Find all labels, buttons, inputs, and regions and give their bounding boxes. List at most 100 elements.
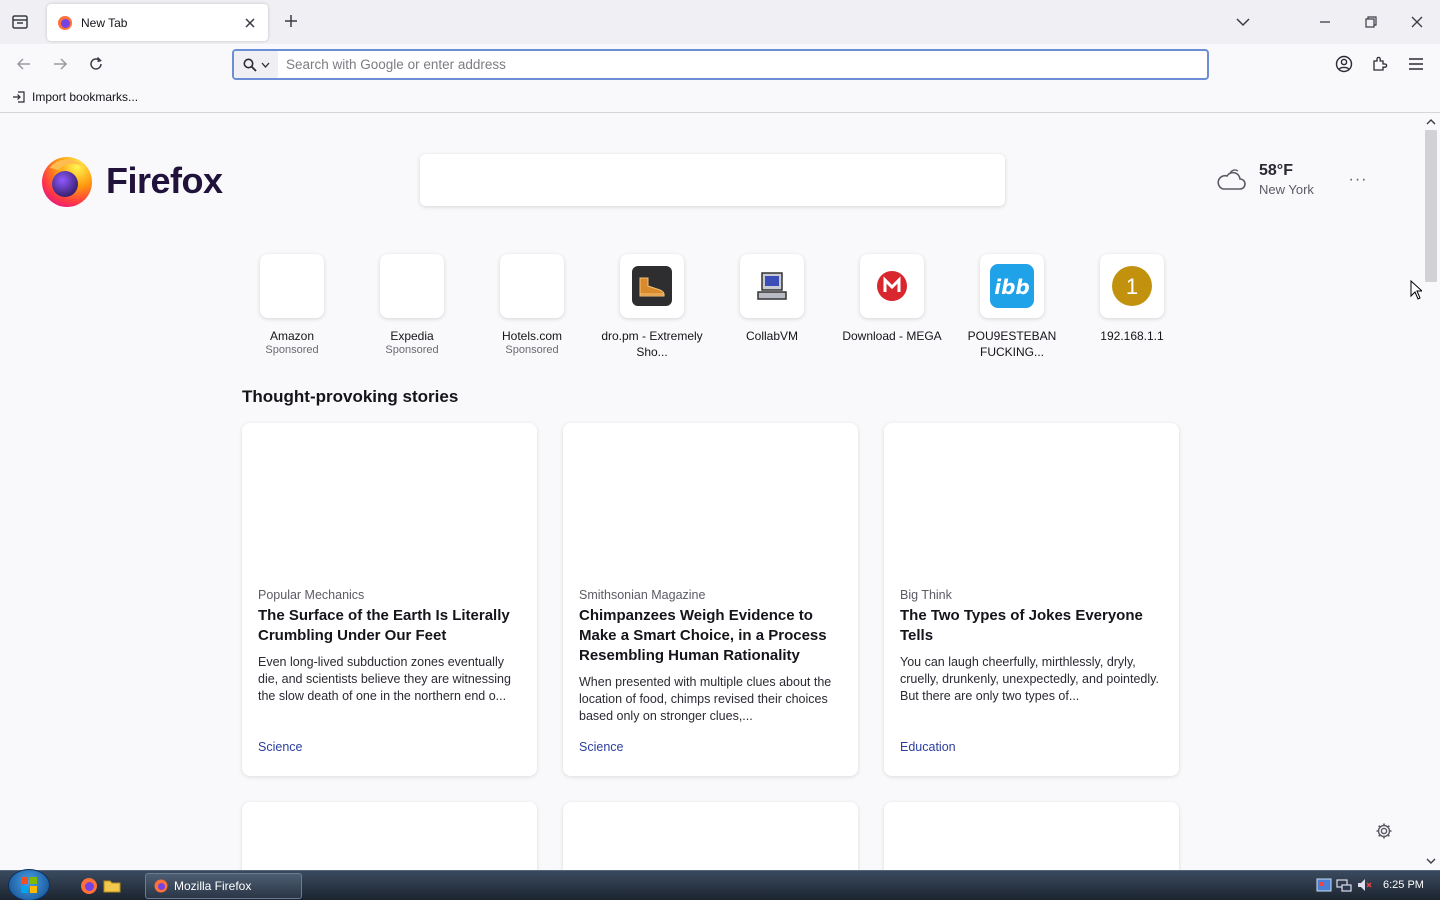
story-title-block: The Two Types of Jokes Everyone Tells Yo…: [900, 606, 1168, 705]
list-all-tabs-button[interactable]: [1228, 8, 1258, 36]
search-icon: [243, 58, 257, 72]
top-site-label: Amazon: [269, 329, 315, 343]
account-icon: [1335, 55, 1353, 73]
computer-icon: [757, 272, 787, 300]
story-card[interactable]: [242, 802, 537, 870]
weather-options-button[interactable]: ···: [1346, 170, 1370, 190]
story-title: The Surface of the Earth Is Literally Cr…: [258, 607, 510, 644]
minimize-icon: [1320, 21, 1330, 23]
story-topic-link[interactable]: Education: [900, 740, 956, 754]
system-clock[interactable]: 6:25 PM: [1383, 879, 1424, 891]
chevron-down-icon: [1236, 18, 1250, 27]
story-card[interactable]: Popular Mechanics The Surface of the Ear…: [242, 423, 537, 776]
mega-tile-icon: [860, 254, 924, 318]
collabvm-tile-icon: [740, 254, 804, 318]
new-tab-button[interactable]: [280, 10, 302, 32]
volume-muted-icon[interactable]: [1356, 877, 1372, 893]
new-tab-page: Firefox 58°F New York ··· Amazon Sponsor…: [0, 114, 1422, 870]
firefox-logo-icon: [42, 157, 92, 207]
top-site-label: Hotels.com: [501, 329, 563, 343]
arrow-right-icon: [54, 58, 68, 70]
close-window-button[interactable]: [1402, 8, 1432, 36]
top-site-label: CollabVM: [745, 329, 799, 343]
top-site-hotels[interactable]: Hotels.com Sponsored: [472, 254, 592, 360]
shoe-icon: [632, 266, 672, 306]
weather-text: 58°F New York: [1259, 162, 1314, 197]
top-site-192-168-1-1[interactable]: 1 192.168.1.1: [1072, 254, 1192, 360]
back-button[interactable]: [10, 50, 38, 78]
account-button[interactable]: [1330, 50, 1358, 78]
puzzle-piece-icon: [1373, 56, 1388, 71]
top-site-expedia[interactable]: Expedia Sponsored: [352, 254, 472, 360]
story-description: When presented with multiple clues about…: [579, 675, 832, 723]
top-site-collabvm[interactable]: CollabVM: [712, 254, 832, 360]
gear-icon[interactable]: [1375, 822, 1393, 840]
story-source: Smithsonian Magazine: [579, 588, 706, 602]
search-engine-button[interactable]: [234, 51, 278, 78]
story-card[interactable]: [884, 802, 1179, 870]
minimize-button[interactable]: [1310, 8, 1340, 36]
chevron-down-icon: [261, 62, 269, 68]
extensions-button[interactable]: [1366, 50, 1394, 78]
ibb-icon: ibb: [990, 264, 1034, 308]
top-site-label: 192.168.1.1: [1100, 329, 1164, 343]
page-search-box[interactable]: [420, 154, 1005, 206]
reload-button[interactable]: [82, 50, 110, 78]
top-site-label: Expedia: [390, 329, 434, 343]
story-card[interactable]: Smithsonian Magazine Chimpanzees Weigh E…: [563, 423, 858, 776]
restore-button[interactable]: [1356, 8, 1386, 36]
dro-pm-tile-icon: [620, 254, 684, 318]
import-icon: [13, 91, 25, 103]
firefox-quicklaunch-icon[interactable]: [80, 877, 98, 895]
import-bookmarks-button[interactable]: Import bookmarks...: [12, 90, 138, 104]
folder-quicklaunch-icon[interactable]: [103, 877, 121, 895]
tab-list-button[interactable]: [6, 8, 34, 36]
story-title-block: The Surface of the Earth Is Literally Cr…: [258, 606, 526, 705]
tab-strip: New Tab: [0, 0, 1440, 44]
story-card[interactable]: [563, 802, 858, 870]
top-site-label: Download - MEGA: [842, 329, 942, 343]
svg-text:ibb: ibb: [994, 275, 1030, 299]
close-icon: [1411, 16, 1423, 28]
import-bookmarks-label: Import bookmarks...: [32, 90, 139, 104]
stories-grid-row-2: [242, 802, 1179, 870]
weather-temperature: 58°F: [1259, 162, 1293, 179]
start-button[interactable]: [8, 869, 50, 900]
taskbar-firefox-window[interactable]: Mozilla Firefox: [145, 873, 302, 899]
forward-button[interactable]: [46, 50, 74, 78]
top-site-label: POU9ESTEBAN FUCKING...: [967, 329, 1057, 359]
top-site-dro-pm[interactable]: dro.pm - Extremely Sho...: [592, 254, 712, 360]
top-site-amazon[interactable]: Amazon Sponsored: [232, 254, 352, 360]
hamburger-menu-icon: [1409, 58, 1423, 70]
story-topic-link[interactable]: Science: [579, 740, 623, 754]
address-bar[interactable]: [232, 49, 1209, 80]
scrollbar-thumb[interactable]: [1425, 130, 1437, 282]
app-menu-button[interactable]: [1402, 50, 1430, 78]
story-title: The Two Types of Jokes Everyone Tells: [900, 607, 1143, 644]
network-icon[interactable]: [1336, 877, 1352, 893]
tab-new-tab[interactable]: New Tab: [47, 4, 268, 41]
weather-widget[interactable]: 58°F New York: [1215, 162, 1314, 197]
story-card[interactable]: Big Think The Two Types of Jokes Everyon…: [884, 423, 1179, 776]
language-bar-icon[interactable]: [1316, 877, 1332, 893]
ibb-tile-icon: ibb: [980, 254, 1044, 318]
arrow-left-icon: [16, 58, 30, 70]
top-site-mega[interactable]: Download - MEGA: [832, 254, 952, 360]
windows-logo-icon: [21, 877, 37, 893]
scroll-up-arrow-icon[interactable]: [1426, 117, 1436, 127]
story-source: Popular Mechanics: [258, 588, 365, 602]
story-topic-link[interactable]: Science: [258, 740, 302, 754]
scroll-down-arrow-icon[interactable]: [1426, 856, 1436, 866]
address-input[interactable]: [278, 52, 1207, 77]
navigation-toolbar: [0, 44, 1440, 85]
story-description: You can laugh cheerfully, mirthlessly, d…: [900, 655, 1159, 703]
vertical-scrollbar[interactable]: [1422, 114, 1440, 870]
story-description: Even long-lived subduction zones eventua…: [258, 655, 511, 703]
story-source: Big Think: [900, 588, 952, 602]
firefox-wordmark: Firefox: [106, 160, 223, 201]
top-site-ibb[interactable]: ibb POU9ESTEBAN FUCKING...: [952, 254, 1072, 360]
mouse-cursor-icon: [1410, 280, 1422, 300]
restore-icon: [1365, 16, 1377, 28]
stories-section-title: Thought-provoking stories: [242, 387, 459, 406]
tab-close-button[interactable]: [242, 15, 258, 31]
